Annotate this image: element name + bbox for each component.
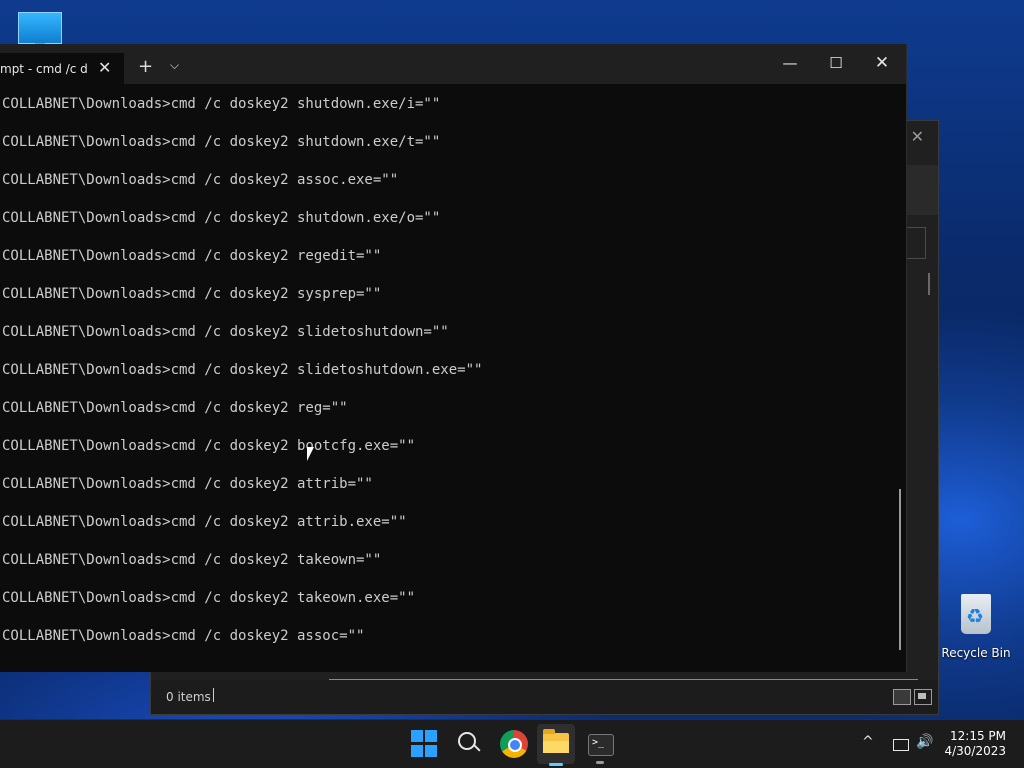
console-line: COLLABNET\Downloads>cmd /c doskey2 syspr… [2, 286, 382, 302]
close-button[interactable]: ✕ [872, 53, 892, 73]
console-line: COLLABNET\Downloads>cmd /c doskey2 takeo… [2, 552, 382, 568]
console-line: COLLABNET\Downloads>cmd /c doskey2 shutd… [2, 96, 441, 112]
console-line: COLLABNET\Downloads>cmd /c doskey2 bootc… [2, 438, 416, 454]
file-explorer-taskbar-button[interactable] [537, 724, 575, 764]
network-icon[interactable] [893, 739, 909, 751]
console-line: COLLABNET\Downloads>cmd /c doskey2 slide… [2, 324, 449, 340]
tab-dropdown-icon[interactable]: ⌵ [170, 58, 179, 73]
running-app-indicator [596, 761, 604, 764]
mouse-pointer-icon [307, 447, 314, 461]
maximize-button[interactable]: ☐ [826, 54, 846, 72]
desktop-monitor-icon[interactable] [18, 12, 62, 47]
terminal-window[interactable]: mpt - cmd /c d ✕ + ⌵ — ☐ ✕ COLLABNET\Dow… [0, 44, 907, 672]
clock-date: 4/30/2023 [944, 744, 1006, 758]
console-line: COLLABNET\Downloads>cmd /c doskey2 reged… [2, 248, 382, 264]
console-line: COLLABNET\Downloads>cmd /c doskey2 attri… [2, 476, 373, 492]
chrome-icon[interactable] [500, 730, 528, 758]
console-line: COLLABNET\Downloads>cmd /c doskey2 assoc… [2, 172, 399, 188]
tiles-view-icon[interactable] [914, 689, 932, 705]
status-item-count: 0 items [166, 690, 211, 704]
status-divider [213, 688, 214, 702]
console-line: COLLABNET\Downloads>cmd /c doskey2 shutd… [2, 134, 441, 150]
console-line: COLLABNET\Downloads>cmd /c doskey2 slide… [2, 362, 483, 378]
recycle-bin-icon [961, 594, 991, 634]
details-view-icon[interactable] [893, 689, 911, 705]
minimize-button[interactable]: — [780, 54, 800, 72]
system-clock[interactable]: 12:15 PM 4/30/2023 [944, 729, 1006, 759]
terminal-tab[interactable]: mpt - cmd /c d ✕ [0, 53, 124, 84]
volume-icon[interactable]: 🔊 [916, 734, 933, 750]
windows-logo-icon [425, 730, 437, 742]
explorer-close-button[interactable]: ✕ [911, 127, 924, 146]
windows-logo-icon [425, 745, 437, 757]
clock-time: 12:15 PM [950, 729, 1006, 743]
console-line: COLLABNET\Downloads>cmd /c doskey2 takeo… [2, 590, 416, 606]
active-app-indicator [549, 763, 563, 766]
terminal-scrollbar[interactable] [899, 489, 901, 650]
windows-logo-icon [411, 730, 423, 742]
explorer-vertical-scrollbar[interactable] [928, 273, 930, 295]
console-line: COLLABNET\Downloads>cmd /c doskey2 shutd… [2, 210, 441, 226]
recycle-bin-label: Recycle Bin [941, 646, 1011, 660]
tab-title: mpt - cmd /c d [0, 62, 88, 76]
search-icon[interactable] [456, 730, 484, 758]
explorer-toolbar-fragment [906, 165, 938, 215]
recycle-bin[interactable]: Recycle Bin [940, 594, 1012, 660]
console-line: COLLABNET\Downloads>cmd /c doskey2 attri… [2, 514, 407, 530]
start-button[interactable] [411, 730, 439, 758]
windows-logo-icon [411, 745, 423, 757]
taskbar: ^ 🔊 12:15 PM 4/30/2023 [0, 719, 1024, 768]
explorer-status-bar: 0 items [151, 680, 938, 714]
console-line: COLLABNET\Downloads>cmd /c doskey2 assoc… [2, 628, 365, 644]
tab-close-icon[interactable]: ✕ [98, 58, 111, 77]
new-tab-button[interactable]: + [138, 56, 153, 77]
show-hidden-icons-chevron-icon[interactable]: ^ [862, 734, 874, 750]
folder-icon [543, 729, 569, 753]
terminal-taskbar-icon[interactable] [588, 734, 614, 756]
console-output[interactable]: COLLABNET\Downloads>cmd /c doskey2 shutd… [0, 84, 894, 672]
console-line: COLLABNET\Downloads>cmd /c doskey2 reg="… [2, 400, 348, 416]
terminal-titlebar[interactable]: mpt - cmd /c d ✕ + ⌵ — ☐ ✕ [0, 44, 906, 84]
